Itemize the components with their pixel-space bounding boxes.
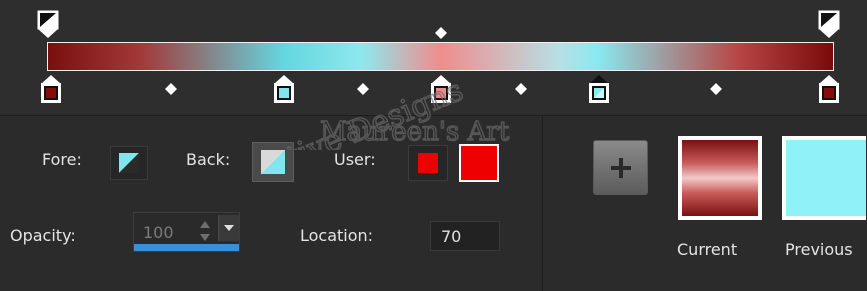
current-gradient-preview[interactable] — [678, 136, 762, 220]
location-value: 70 — [441, 227, 462, 246]
opacity-stop-left[interactable] — [37, 10, 59, 38]
user-label: User: — [334, 150, 376, 169]
user-color-swatch-1[interactable] — [408, 145, 448, 181]
location-input[interactable]: 70 — [430, 221, 500, 251]
opacity-dropdown-button[interactable] — [218, 215, 239, 241]
color-midpoint-diamond-1[interactable] — [165, 80, 177, 95]
opacity-value: 100 — [143, 223, 174, 242]
section-divider — [0, 115, 867, 116]
back-label: Back: — [186, 150, 231, 169]
opacity-focus-indicator — [134, 244, 239, 251]
opacity-stop-right[interactable] — [818, 10, 840, 38]
opacity-spin-arrows-icon[interactable] — [198, 219, 212, 243]
opacity-spinbox[interactable]: 100 — [133, 212, 240, 252]
opacity-label: Opacity: — [10, 226, 76, 245]
chevron-down-icon — [224, 225, 234, 231]
add-swatch-button[interactable] — [593, 140, 648, 195]
color-stop-3[interactable] — [430, 74, 452, 103]
opacity-midpoint-diamond[interactable] — [435, 24, 447, 39]
color-midpoint-diamond-3[interactable] — [515, 80, 527, 95]
location-label: Location: — [300, 226, 374, 245]
color-midpoint-diamond-2[interactable] — [357, 80, 369, 95]
color-stop-2[interactable] — [273, 74, 295, 103]
current-label: Current — [677, 240, 738, 259]
color-stop-1[interactable] — [40, 74, 62, 103]
panel-divider — [542, 116, 543, 291]
plus-icon — [610, 157, 631, 178]
fore-label: Fore: — [42, 150, 82, 169]
previous-color-preview[interactable] — [782, 136, 866, 220]
gradient-preview-bar[interactable] — [47, 42, 834, 71]
color-stop-5[interactable] — [818, 74, 840, 103]
color-stop-4-selected[interactable] — [588, 74, 610, 103]
previous-label: Previous — [785, 240, 853, 259]
user-color-swatch-2[interactable] — [459, 144, 499, 182]
back-color-swatch[interactable] — [252, 142, 294, 182]
user-color-fill-1 — [418, 153, 438, 173]
gradient-editor-strip — [0, 0, 867, 115]
fore-color-swatch[interactable] — [110, 146, 148, 180]
svg-text:Maureen's Art: Maureen's Art — [320, 117, 510, 147]
color-midpoint-diamond-4[interactable] — [710, 80, 722, 95]
